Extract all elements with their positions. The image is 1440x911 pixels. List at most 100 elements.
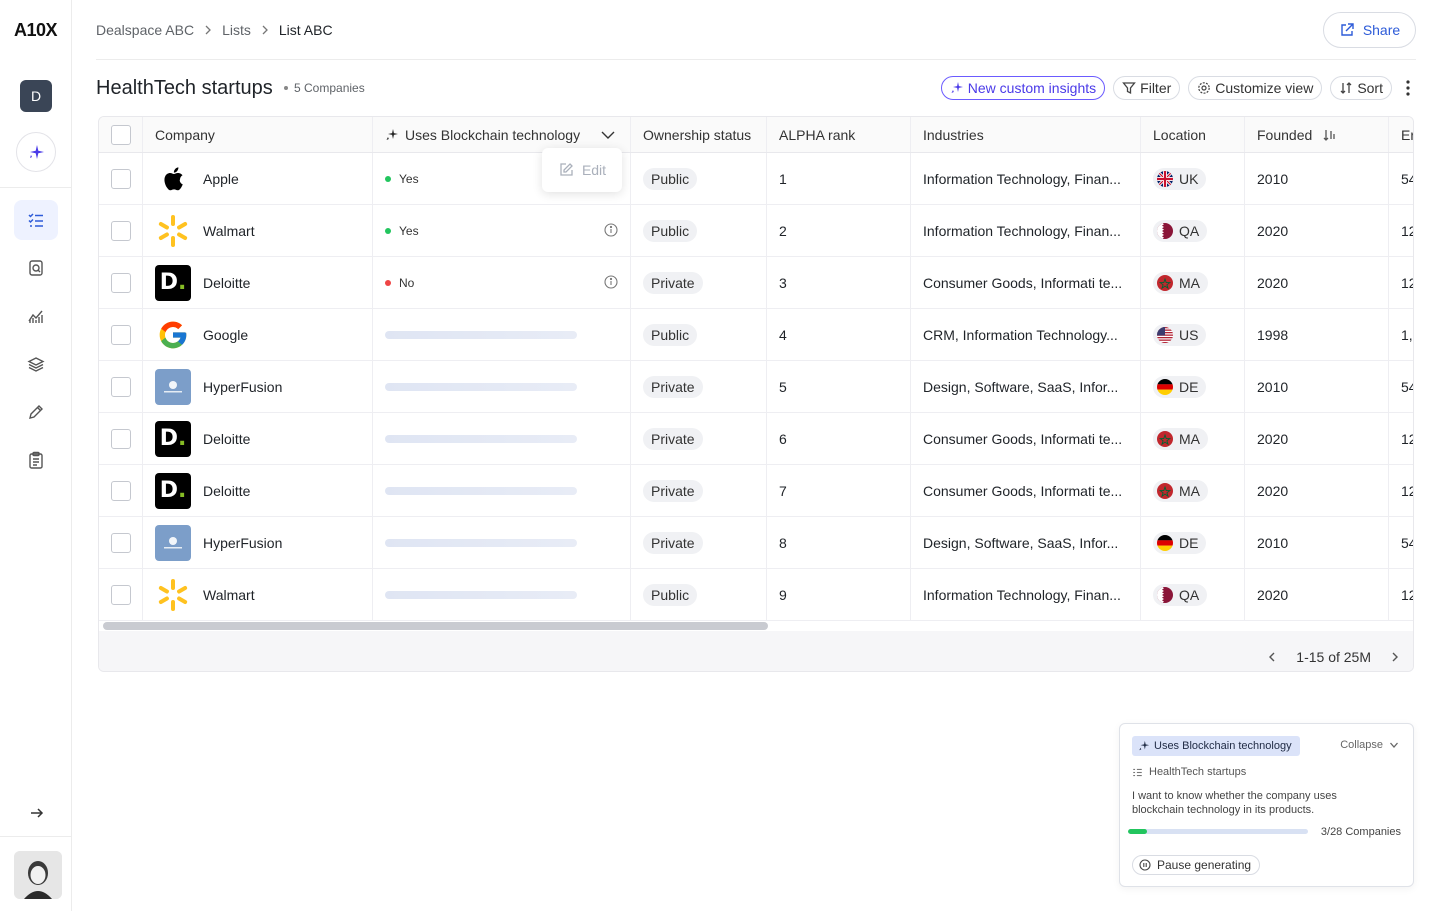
progress-count: 3/28 Companies [1320, 826, 1401, 838]
expand-sidebar-button[interactable] [26, 802, 48, 824]
nav-reports[interactable] [14, 440, 58, 480]
row-checkbox[interactable] [110, 376, 131, 397]
table-row[interactable]: HyperFusion Private 8 Design, Software, Saa… [99, 517, 1413, 569]
breadcrumb-lists[interactable]: Lists [222, 22, 251, 38]
google-logo [155, 317, 191, 353]
table-row[interactable]: Walmart Public 9 Information Technology, Fi… [99, 569, 1413, 621]
alpha-rank-value: 6 [779, 430, 787, 447]
table-row[interactable]: D. Deloitte Private 7 Consumer Goods, Inform… [99, 465, 1413, 517]
user-avatar[interactable] [14, 851, 62, 899]
ownership-badge: Public [643, 167, 698, 190]
table-row[interactable]: HyperFusion Private 5 Design, Software, Saa… [99, 361, 1413, 413]
header-select-all[interactable] [99, 117, 143, 152]
nav-layers[interactable] [14, 344, 58, 384]
company-cell[interactable]: Google [143, 309, 373, 360]
blockchain-cell[interactable]: Yes [373, 205, 631, 256]
nav-analytics[interactable] [14, 296, 58, 336]
workspace-avatar[interactable]: D [20, 80, 52, 112]
info-button[interactable] [604, 223, 618, 240]
collapse-button[interactable]: Collapse [1340, 739, 1399, 751]
company-cell[interactable]: D. Deloitte [143, 257, 373, 308]
share-button[interactable]: Share [1323, 12, 1416, 48]
blockchain-cell[interactable] [373, 361, 631, 412]
loading-skeleton [385, 330, 577, 339]
chevron-left-icon[interactable] [1266, 651, 1278, 663]
location-cell: QA [1141, 569, 1245, 620]
header-ownership[interactable]: Ownership status [631, 117, 767, 152]
sort-button[interactable]: Sort [1330, 76, 1392, 100]
founded-value: 1998 [1257, 326, 1289, 343]
app-logo[interactable]: A10X [14, 20, 58, 41]
pagination: 1-15 of 25M [1266, 649, 1401, 665]
customize-view-button[interactable]: Customize view [1188, 76, 1323, 100]
row-checkbox[interactable] [110, 428, 131, 449]
location-code: UK [1179, 170, 1199, 187]
info-icon[interactable] [604, 275, 618, 289]
pause-icon [1139, 859, 1151, 871]
new-custom-insights-button[interactable]: New custom insights [940, 76, 1106, 100]
chevron-right-icon[interactable] [1389, 651, 1401, 663]
blockchain-cell[interactable] [373, 517, 631, 568]
header-employees[interactable]: Er [1389, 117, 1413, 152]
founded-cell: 2010 [1245, 517, 1389, 568]
table-row[interactable]: Walmart Yes Public 2 Information Technology,… [99, 205, 1413, 257]
panel-list-label: HealthTech startups [1149, 766, 1247, 778]
employees-cell: 12 [1389, 257, 1413, 308]
header-founded[interactable]: Founded [1245, 117, 1389, 152]
info-icon[interactable] [604, 223, 618, 237]
header-industries[interactable]: Industries [911, 117, 1141, 152]
location-cell: MA [1141, 413, 1245, 464]
company-cell[interactable]: Walmart [143, 569, 373, 620]
row-checkbox[interactable] [110, 480, 131, 501]
row-checkbox[interactable] [110, 272, 131, 293]
row-checkbox[interactable] [110, 220, 131, 241]
ai-assistant-button[interactable] [16, 132, 56, 172]
select-all-checkbox[interactable] [110, 124, 131, 145]
blockchain-cell[interactable]: No [373, 257, 631, 308]
table-row[interactable]: D. Deloitte Private 6 Consumer Goods, Inform… [99, 413, 1413, 465]
sort-descending-icon[interactable] [1322, 128, 1336, 142]
company-cell[interactable]: D. Deloitte [143, 465, 373, 516]
walmart-logo [155, 213, 191, 249]
pause-generating-button[interactable]: Pause generating [1132, 855, 1261, 875]
edit-popover[interactable]: Edit [542, 148, 622, 192]
company-cell[interactable]: Walmart [143, 205, 373, 256]
row-checkbox[interactable] [110, 584, 131, 605]
more-options-button[interactable] [1400, 76, 1416, 100]
blockchain-cell[interactable] [373, 569, 631, 620]
qa-flag [1157, 222, 1173, 239]
nav-lists[interactable] [14, 200, 58, 240]
breadcrumb-dealspace[interactable]: Dealspace ABC [96, 22, 194, 38]
horizontal-scrollbar[interactable] [103, 622, 768, 630]
location-code: QA [1179, 222, 1200, 239]
founded-value: 2020 [1257, 274, 1289, 291]
employees-cell: 12 [1389, 413, 1413, 464]
deloitte-logo: D. [155, 420, 191, 457]
company-cell[interactable]: Apple [143, 153, 373, 204]
filter-button[interactable]: Filter [1113, 76, 1181, 100]
blockchain-status: Yes [385, 172, 419, 186]
row-checkbox[interactable] [110, 532, 131, 553]
company-cell[interactable]: HyperFusion [143, 517, 373, 568]
blockchain-cell[interactable] [373, 309, 631, 360]
header-location[interactable]: Location [1141, 117, 1245, 152]
company-cell[interactable]: HyperFusion [143, 361, 373, 412]
nav-notes[interactable] [14, 392, 58, 432]
header-company[interactable]: Company [143, 117, 373, 152]
row-checkbox[interactable] [110, 168, 131, 189]
row-checkbox[interactable] [110, 324, 131, 345]
walmart-logo [155, 577, 191, 613]
table-row[interactable]: Apple Yes Public 1 Information Technology, F… [99, 153, 1413, 205]
table-header: Company Uses Blockchain technology Owner… [99, 117, 1413, 153]
chevron-down-icon[interactable] [600, 127, 616, 143]
header-blockchain[interactable]: Uses Blockchain technology [373, 117, 631, 152]
info-button[interactable] [604, 275, 618, 292]
table-row[interactable]: D. Deloitte No Private 3 Consumer Goods, Info… [99, 257, 1413, 309]
loading-skeleton [385, 590, 577, 599]
blockchain-cell[interactable] [373, 465, 631, 516]
table-row[interactable]: Google Public 4 CRM, Information Technology… [99, 309, 1413, 361]
nav-search-docs[interactable] [14, 248, 58, 288]
blockchain-cell[interactable] [373, 413, 631, 464]
company-cell[interactable]: D. Deloitte [143, 413, 373, 464]
header-alpha-rank[interactable]: ALPHA rank [767, 117, 911, 152]
